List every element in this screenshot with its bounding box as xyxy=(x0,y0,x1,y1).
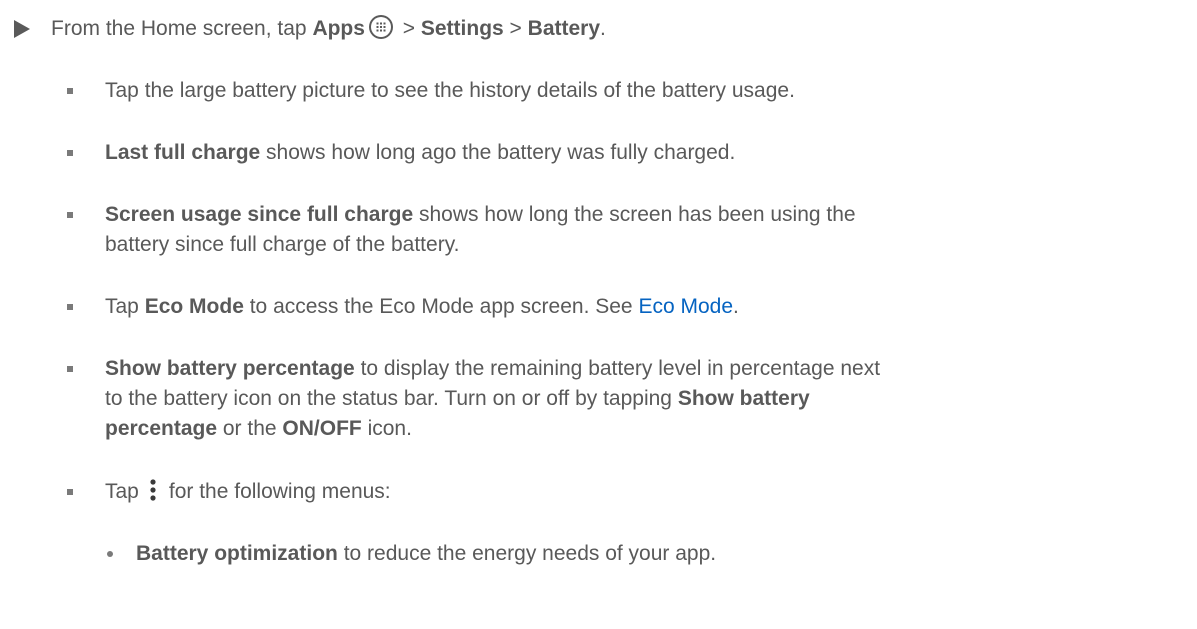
bullet-show-battery-percentage-cont2: percentage or the ON/OFF icon. xyxy=(105,414,412,444)
bullet-text: icon. xyxy=(361,417,412,440)
bullet-square-icon xyxy=(67,88,73,94)
bullet-text: to display the remaining battery level i… xyxy=(354,357,881,380)
separator: > xyxy=(503,17,528,40)
on-off-term: ON/OFF xyxy=(282,417,362,440)
bullet-text: shows how long ago the battery was fully… xyxy=(260,141,736,164)
bullet-text: or the xyxy=(217,417,283,440)
period: . xyxy=(733,295,739,318)
bullet-text: to access the Eco Mode app screen. See xyxy=(243,295,639,318)
bullet-term: Eco Mode xyxy=(144,295,244,318)
step-text: From the Home screen, tap xyxy=(51,17,313,40)
period: . xyxy=(600,17,606,40)
bullet-screen-usage: Screen usage since full charge shows how… xyxy=(105,200,856,230)
bullet-round-icon xyxy=(107,551,113,557)
bullet-text: to reduce the energy needs of your app. xyxy=(337,542,717,565)
bullet-term: Show battery percentage xyxy=(105,357,355,380)
bullet-text: Tap xyxy=(105,295,145,318)
bullet-text: Tap xyxy=(105,480,139,503)
bullet-term: Last full charge xyxy=(105,141,261,164)
bullet-last-full-charge: Last full charge shows how long ago the … xyxy=(105,138,735,168)
bullet-square-icon xyxy=(67,489,73,495)
battery-label: Battery xyxy=(527,17,601,40)
settings-label: Settings xyxy=(420,17,504,40)
bullet-text: shows how long the screen has been using… xyxy=(413,203,856,226)
bullet-term: percentage xyxy=(105,417,218,440)
apps-label: Apps xyxy=(312,17,365,40)
bullet-battery-picture: Tap the large battery picture to see the… xyxy=(105,76,795,106)
bullet-text: Tap the large battery picture to see the… xyxy=(105,79,795,102)
apps-grid-icon xyxy=(368,14,394,40)
separator: > xyxy=(396,17,421,40)
eco-mode-link[interactable]: Eco Mode xyxy=(638,295,733,318)
bullet-show-battery-percentage: Show battery percentage to display the r… xyxy=(105,354,880,384)
bullet-square-icon xyxy=(67,366,73,372)
step-instruction: From the Home screen, tap Apps > Setting… xyxy=(51,14,606,44)
bullet-term: Screen usage since full charge xyxy=(105,203,414,226)
bullet-square-icon xyxy=(67,304,73,310)
subbullet-battery-optimization: Battery optimization to reduce the energ… xyxy=(136,539,716,569)
step-arrow-icon xyxy=(14,20,30,38)
bullet-show-battery-percentage-cont: to the battery icon on the status bar. T… xyxy=(105,384,810,414)
bullet-menu: Tap for the following menus: xyxy=(105,477,391,507)
bullet-term: Battery optimization xyxy=(136,542,338,565)
bullet-text: to the battery icon on the status bar. T… xyxy=(105,387,678,410)
bullet-screen-usage-cont: battery since full charge of the battery… xyxy=(105,230,459,260)
bullet-eco-mode: Tap Eco Mode to access the Eco Mode app … xyxy=(105,292,739,322)
bullet-text: battery since full charge of the battery… xyxy=(105,233,460,256)
bullet-term: Show battery xyxy=(677,387,810,410)
bullet-square-icon xyxy=(67,150,73,156)
more-vertical-icon xyxy=(147,477,159,503)
bullet-text: for the following menus: xyxy=(168,480,391,503)
bullet-square-icon xyxy=(67,212,73,218)
